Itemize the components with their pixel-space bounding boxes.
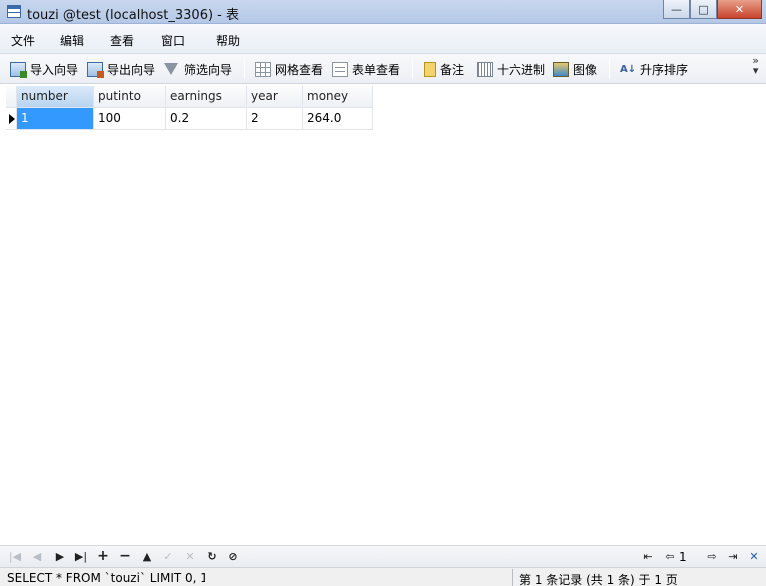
record-navigation-bar: |◀ ◀ ▶ ▶| + − ▲ ✓ ✕ ↻ ⊘ ⇤ ⇦ 1 ⇨ ⇥ ✕ xyxy=(0,545,766,567)
toolbar-overflow-button[interactable]: » ▾ xyxy=(752,55,759,77)
filter-wizard-label: 筛选向导 xyxy=(184,62,233,77)
next-page-icon[interactable]: ⇨ xyxy=(705,549,719,563)
settings-tools-icon[interactable]: ✕ xyxy=(747,549,761,563)
filter-icon xyxy=(164,63,178,75)
image-label: 图像 xyxy=(573,62,598,77)
table-icon xyxy=(7,5,21,18)
table-cell[interactable]: 264.0 xyxy=(303,108,373,130)
status-record-info: 第 1 条记录 (共 1 条) 于 1 页 xyxy=(519,573,678,586)
first-page-icon[interactable]: ⇤ xyxy=(641,549,655,563)
menu-view[interactable]: 查看 xyxy=(110,32,134,49)
minimize-button[interactable]: — xyxy=(663,0,690,19)
sort-ascending-icon: A↓ xyxy=(620,63,637,75)
hex-button[interactable]: 十六进制 xyxy=(477,59,545,79)
column-header-money[interactable]: money xyxy=(303,86,373,108)
row-indicator[interactable] xyxy=(6,108,17,130)
grid-view-button[interactable]: 网格查看 xyxy=(255,59,323,79)
close-button[interactable]: ✕ xyxy=(717,0,762,19)
page-number-field[interactable]: 1 xyxy=(679,550,699,564)
memo-button[interactable]: 备注 xyxy=(424,59,464,79)
memo-label: 备注 xyxy=(440,62,465,77)
window-controls: — □ ✕ xyxy=(663,0,762,19)
maximize-button[interactable]: □ xyxy=(690,0,717,19)
hex-label: 十六进制 xyxy=(497,62,546,77)
toolbar: 导入向导 导出向导 筛选向导 网格查看 表单查看 备注 十六进制 图像 A↓ 升… xyxy=(0,54,766,84)
table-cell[interactable]: 1 xyxy=(17,108,94,130)
column-header-putinto[interactable]: putinto xyxy=(94,86,166,108)
sort-ascending-button[interactable]: A↓ 升序排序 xyxy=(620,59,688,79)
image-button[interactable]: 图像 xyxy=(553,59,597,79)
menu-bar: 文件 编辑 查看 窗口 帮助 xyxy=(0,24,766,54)
chevron-down-icon: ▾ xyxy=(752,64,759,77)
status-divider xyxy=(512,569,513,586)
previous-page-icon[interactable]: ⇦ xyxy=(663,549,677,563)
last-record-icon[interactable]: ▶| xyxy=(74,549,88,563)
menu-edit[interactable]: 编辑 xyxy=(60,32,84,49)
grid-view-label: 网格查看 xyxy=(275,62,324,77)
row-indicator-header xyxy=(6,86,17,108)
table-cell[interactable]: 0.2 xyxy=(166,108,247,130)
table-cell[interactable]: 100 xyxy=(94,108,166,130)
apply-changes-icon[interactable]: ▲ xyxy=(140,549,154,563)
status-bar: SELECT * FROM `touzi` LIMIT 0, 1000 第 1 … xyxy=(0,567,766,586)
import-wizard-label: 导入向导 xyxy=(30,62,79,77)
first-record-icon[interactable]: |◀ xyxy=(8,549,22,563)
status-sql-query: SELECT * FROM `touzi` LIMIT 0, 1000 xyxy=(7,571,205,585)
toolbar-divider xyxy=(609,59,610,79)
title-bar: touzi @test (localhost_3306) - 表 — □ ✕ xyxy=(0,0,766,24)
check-icon[interactable]: ✓ xyxy=(161,549,175,563)
grid-icon xyxy=(255,61,271,77)
menu-window[interactable]: 窗口 xyxy=(161,32,185,49)
window-title: touzi @test (localhost_3306) - 表 xyxy=(27,8,239,23)
menu-file[interactable]: 文件 xyxy=(11,32,35,49)
menu-help[interactable]: 帮助 xyxy=(216,32,240,49)
image-icon xyxy=(553,61,569,77)
column-header-number[interactable]: number xyxy=(17,86,94,108)
sort-ascending-label: 升序排序 xyxy=(640,62,689,77)
table-cell[interactable]: 2 xyxy=(247,108,303,130)
toolbar-divider xyxy=(412,59,413,79)
previous-record-icon[interactable]: ◀ xyxy=(30,549,44,563)
form-view-label: 表单查看 xyxy=(352,62,401,77)
export-wizard-button[interactable]: 导出向导 xyxy=(87,59,155,79)
toolbar-divider xyxy=(244,59,245,79)
current-row-arrow-icon xyxy=(9,114,15,124)
cancel-edit-icon[interactable]: ✕ xyxy=(183,549,197,563)
import-wizard-button[interactable]: 导入向导 xyxy=(10,59,78,79)
refresh-icon[interactable]: ↻ xyxy=(205,549,219,563)
export-icon xyxy=(87,61,104,78)
hex-icon xyxy=(477,61,493,77)
next-record-icon[interactable]: ▶ xyxy=(53,549,67,563)
last-page-icon[interactable]: ⇥ xyxy=(726,549,740,563)
form-view-button[interactable]: 表单查看 xyxy=(332,59,400,79)
add-record-icon[interactable]: + xyxy=(96,548,110,564)
delete-record-icon[interactable]: − xyxy=(118,548,132,564)
import-icon xyxy=(10,61,27,78)
stop-icon[interactable]: ⊘ xyxy=(226,549,240,563)
column-header-year[interactable]: year xyxy=(247,86,303,108)
filter-wizard-button[interactable]: 筛选向导 xyxy=(164,59,232,79)
column-header-earnings[interactable]: earnings xyxy=(166,86,247,108)
form-icon xyxy=(332,61,348,77)
memo-icon xyxy=(424,61,436,77)
export-wizard-label: 导出向导 xyxy=(107,62,156,77)
